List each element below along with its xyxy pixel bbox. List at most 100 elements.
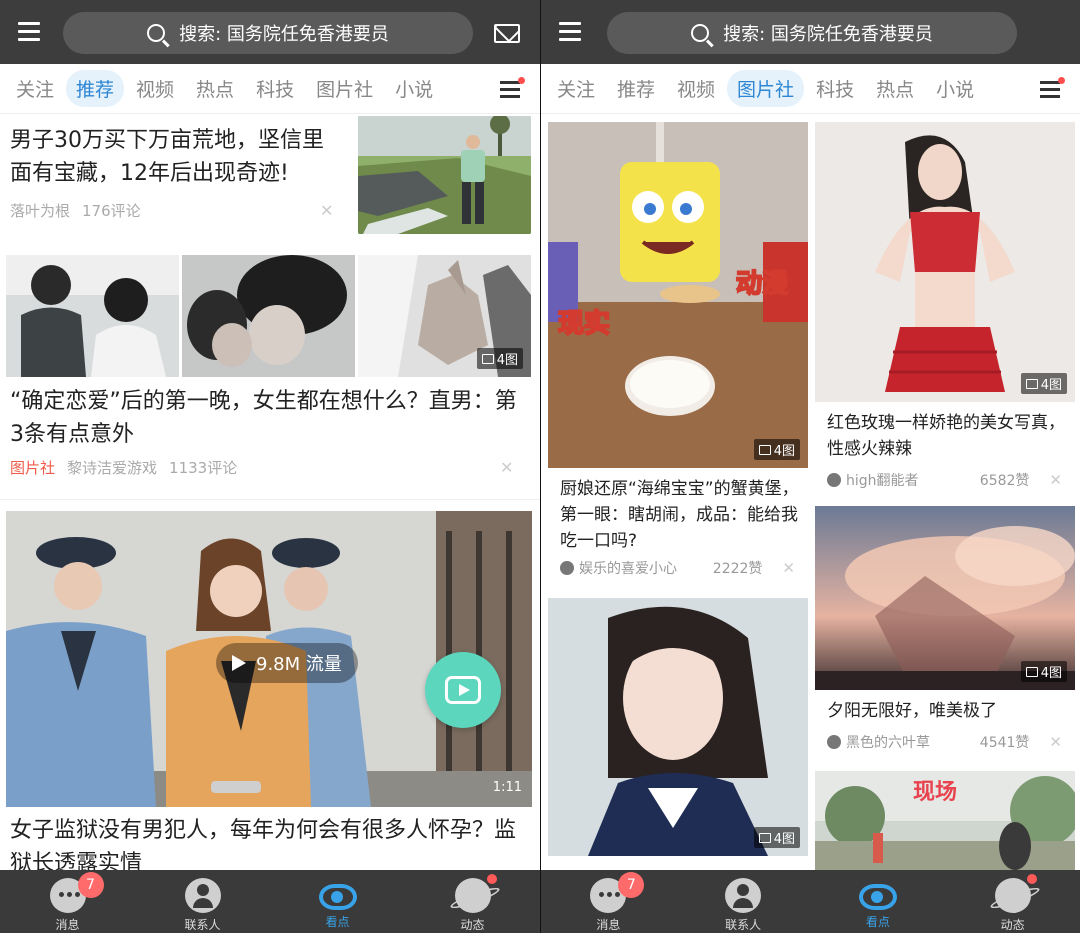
top-bar: 搜索: 国务院任免香港要员 [541,0,1080,64]
hamburger-menu-icon[interactable] [559,22,581,42]
nav-watch[interactable]: 看点 [270,870,405,933]
nav-label: 联系人 [725,918,762,932]
tab-recommend[interactable]: 推荐 [66,70,125,107]
tab-novel[interactable]: 小说 [926,70,984,107]
photo-card[interactable]: 现场 [815,771,1080,870]
tab-video[interactable]: 视频 [126,70,184,107]
picture-icon [481,353,494,364]
unread-badge: 7 [77,872,104,898]
search-placeholder: 搜索: 国务院任免香港要员 [179,24,389,45]
dismiss-icon[interactable]: ✕ [500,458,513,477]
dismiss-icon[interactable]: ✕ [1049,471,1062,489]
article-title[interactable]: “确定恋爱”后的第一晚，女生都在想什么？直男：第3条有点意外 [10,385,530,451]
bottom-nav: 7 消息 联系人 看点 动态 [541,870,1080,933]
nav-label: 动态 [1000,918,1025,932]
nav-contacts[interactable]: 联系人 [135,870,270,933]
nav-feed[interactable]: 动态 [945,870,1080,933]
card-title[interactable]: 厨娘还原“海绵宝宝”的蟹黄堡，第一眼：瞎胡闹，成品：能给我吃一口吗? [560,476,800,554]
tab-hot[interactable]: 热点 [186,70,244,107]
video-fab-button[interactable] [425,652,501,728]
scene-overlay-text: 现场 [913,780,957,805]
article-meta: 图片社 黎诗洁爱游戏 1133评论 [10,457,237,478]
card-image: 动漫 现实 4图 [548,122,808,468]
card-likes: 2222赞 [712,561,763,577]
article-image: 4图 [358,255,531,377]
photo-card[interactable]: 动漫 现实 4图 厨娘还原“海绵宝宝”的蟹黄堡，第一眼：瞎胡闹，成品：能给我吃一… [548,122,808,587]
contacts-icon [725,878,762,913]
article-image-row: 4图 [6,255,531,377]
image-count-badge: 4图 [753,439,800,460]
tab-photo[interactable]: 图片社 [727,70,805,107]
article-comments: 176评论 [82,202,141,220]
nav-messages[interactable]: 7 消息 [0,870,135,933]
tab-hot[interactable]: 热点 [866,70,924,107]
contacts-icon [184,878,221,913]
card-likes: 4541赞 [979,735,1030,751]
tab-recommend[interactable]: 推荐 [607,70,665,107]
card-title[interactable]: 夕阳无限好，唯美极了 [827,698,1067,724]
notification-dot [1026,874,1037,884]
image-count-badge: 4图 [1020,373,1067,394]
card-likes: 6582赞 [979,473,1030,489]
nav-label: 看点 [325,915,350,929]
list-item[interactable]: 4图 “确定恋爱”后的第一晚，女生都在想什么？直男：第3条有点意外 图片社 黎诗… [0,255,540,500]
video-views-label[interactable]: 9.8M 流量 [216,643,358,683]
image-count-badge: 4图 [753,827,800,848]
article-source: 黎诗洁爱游戏 [67,459,158,477]
card-image: 4图 [815,506,1075,690]
tab-tech[interactable]: 科技 [246,70,304,107]
card-author: 娱乐的喜爱小心 [579,561,677,577]
dismiss-icon[interactable]: ✕ [320,201,333,220]
video-play-icon [445,676,481,704]
photo-card[interactable]: 4图 夕阳无限好，唯美极了 黑色的六叶草 4541赞 ✕ [815,506,1075,761]
picture-icon [1025,378,1038,389]
avatar [560,561,574,575]
planet-icon [454,878,491,913]
image-count-badge: 4图 [476,348,523,369]
card-title[interactable]: 红色玫瑰一样娇艳的美女写真，性感火辣辣 [827,410,1067,462]
channel-menu-icon[interactable] [1040,77,1065,98]
nav-label: 消息 [596,918,621,932]
article-title[interactable]: 男子30万买下万亩荒地，坚信里面有宝藏，12年后出现奇迹! [10,124,345,190]
search-bar[interactable]: 搜索: 国务院任免香港要员 [63,12,473,54]
unread-badge: 7 [618,872,645,898]
tab-follow[interactable]: 关注 [547,70,605,107]
article-source: 落叶为根 [10,202,71,220]
nav-feed[interactable]: 动态 [405,870,540,933]
dismiss-icon[interactable]: ✕ [1049,733,1062,751]
photo-card[interactable]: 4图 [548,598,808,870]
app-screens: 搜索: 国务院任免香港要员 关注 推荐 视频 热点 科技 图片社 小说 男子30… [0,0,1080,933]
card-author: 黑色的六叶草 [846,735,930,751]
article-tag[interactable]: 图片社 [10,457,55,478]
dismiss-icon[interactable]: ✕ [782,559,795,577]
photo-card[interactable]: 4图 红色玫瑰一样娇艳的美女写真，性感火辣辣 high翻能者 6582赞 ✕ [815,122,1075,500]
card-image: 现场 [815,771,1080,870]
search-icon [691,24,710,42]
card-meta: high翻能者 6582赞 ✕ [827,470,1062,490]
picture-icon [758,444,771,455]
tab-video[interactable]: 视频 [667,70,725,107]
video-duration: 1:11 [492,780,522,795]
tab-photo[interactable]: 图片社 [306,70,383,107]
tab-tech[interactable]: 科技 [806,70,864,107]
search-bar[interactable]: 搜索: 国务院任免香港要员 [607,12,1017,54]
play-icon [232,655,246,671]
article-thumbnail [358,116,531,234]
planet-icon [994,878,1031,913]
nav-messages[interactable]: 7 消息 [541,870,676,933]
notification-dot [486,874,497,884]
nav-contacts[interactable]: 联系人 [676,870,811,933]
hamburger-menu-icon[interactable] [18,22,40,42]
channel-tabs: 关注 推荐 视频 图片社 科技 热点 小说 [541,64,1080,114]
channel-menu-icon[interactable] [500,77,525,98]
card-author: high翻能者 [846,473,919,489]
list-item[interactable]: 男子30万买下万亩荒地，坚信里面有宝藏，12年后出现奇迹! 落叶为根 176评论… [0,114,540,246]
tab-novel[interactable]: 小说 [385,70,443,107]
video-title[interactable]: 女子监狱没有男犯人，每年为何会有很多人怀孕？监狱长透露实情 [10,814,530,870]
reality-overlay-text: 现实 [558,308,610,339]
tab-follow[interactable]: 关注 [6,70,64,107]
nav-watch[interactable]: 看点 [811,870,946,933]
article-comments: 1133评论 [169,459,238,477]
card-image: 4图 [548,598,808,856]
mail-icon[interactable] [494,24,520,43]
